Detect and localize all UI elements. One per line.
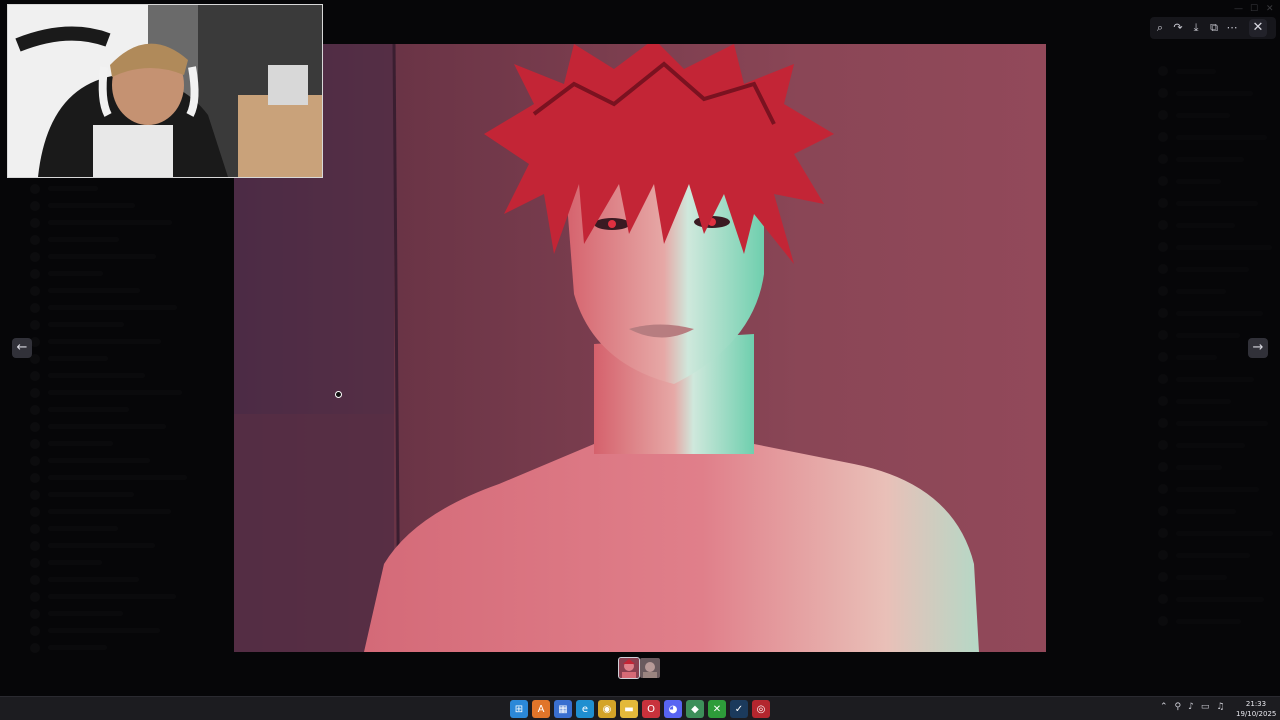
zoom-icon[interactable]: ⌕ [1153, 21, 1167, 35]
xbox-app-icon[interactable]: ✕ [708, 700, 726, 718]
webcam-overlay [7, 4, 323, 178]
chevron-up-icon[interactable]: ⌃ [1160, 702, 1168, 712]
microphone-icon[interactable]: ♪ [1188, 702, 1194, 712]
thumbnail-image-2[interactable] [640, 658, 660, 678]
file-explorer-icon[interactable]: ▬ [620, 700, 638, 718]
download-icon[interactable]: ⤓ [1189, 21, 1203, 35]
thumbnail-strip [618, 657, 660, 679]
clock-date: 19/10/2025 [1236, 710, 1277, 718]
next-image-button[interactable]: → [1248, 338, 1268, 358]
mouse-cursor [335, 391, 342, 398]
volume-icon[interactable]: ♫ [1216, 702, 1224, 712]
network-icon[interactable]: ⚲ [1175, 702, 1182, 712]
app-red-icon[interactable]: ◎ [752, 700, 770, 718]
streamer-webcam-image [8, 5, 322, 177]
viewed-image[interactable] [234, 44, 1046, 652]
opera-browser-icon[interactable]: O [642, 700, 660, 718]
taskbar: ⊞ A ▦ e ◉ ▬ O ◕ ◆ ✕ ✓ ◎ ⌃ ⚲ ♪ ▭ ♫ 21:33 19/10/2025 [0, 696, 1280, 720]
open-external-icon[interactable]: ⧉ [1207, 21, 1221, 35]
previous-image-button[interactable]: ← [12, 338, 32, 358]
discord-app-icon[interactable]: ◕ [664, 700, 682, 718]
close-viewer-button[interactable]: ✕ [1249, 19, 1267, 37]
app-green-icon[interactable]: ◆ [686, 700, 704, 718]
more-icon[interactable]: ⋯ [1225, 21, 1239, 35]
clock[interactable]: 21:33 19/10/2025 [1236, 699, 1276, 719]
forward-icon[interactable]: ↷ [1171, 21, 1185, 35]
chrome-browser-icon[interactable]: ◉ [598, 700, 616, 718]
battery-icon[interactable]: ▭ [1201, 702, 1210, 712]
app-orange-icon[interactable]: A [532, 700, 550, 718]
start-icon[interactable]: ⊞ [510, 700, 528, 718]
steam-app-icon[interactable]: ✓ [730, 700, 748, 718]
screen: — ☐ ✕ [0, 0, 1280, 720]
calendar-app-icon[interactable]: ▦ [554, 700, 572, 718]
character-render-image [234, 44, 1046, 652]
system-tray: ⌃ ⚲ ♪ ▭ ♫ [1160, 702, 1224, 712]
edge-browser-icon[interactable]: e [576, 700, 594, 718]
taskbar-apps: ⊞ A ▦ e ◉ ▬ O ◕ ◆ ✕ ✓ ◎ [510, 700, 770, 718]
clock-time: 21:33 [1245, 700, 1267, 708]
thumbnail-image-1[interactable] [618, 657, 640, 679]
